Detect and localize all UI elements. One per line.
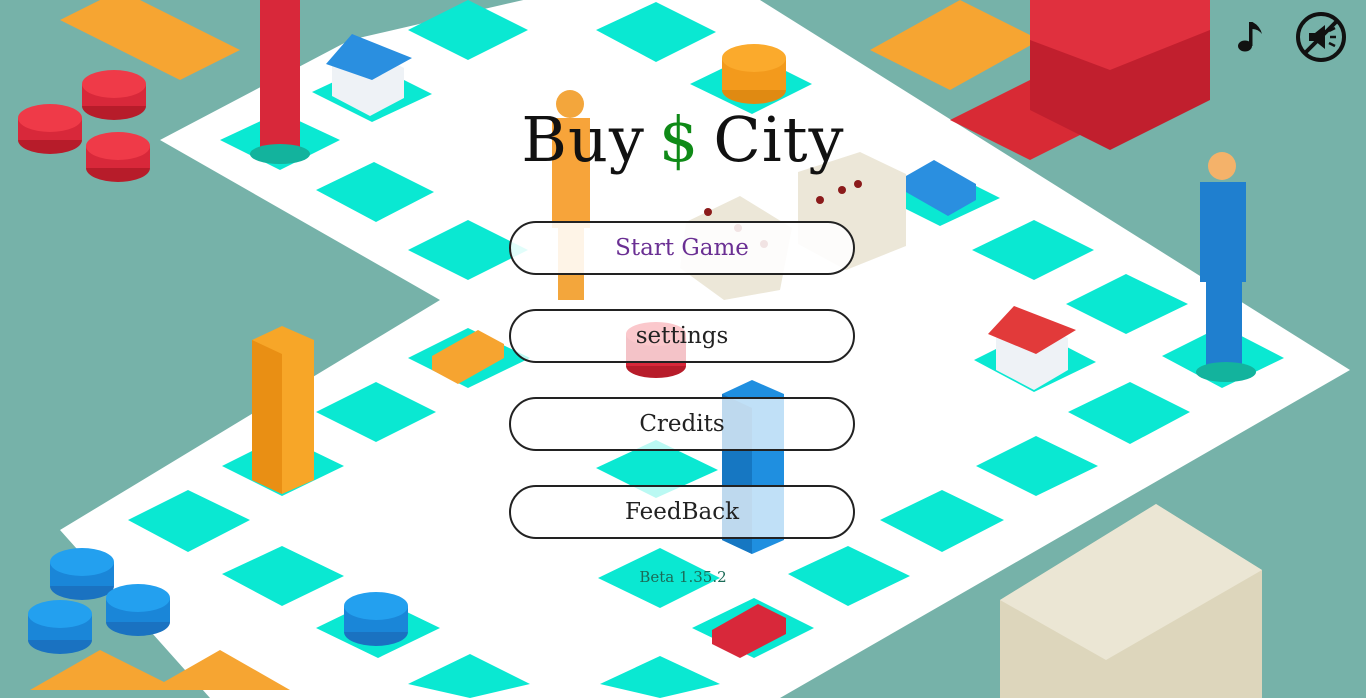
mute-icon[interactable]	[1295, 11, 1347, 63]
feedback-button[interactable]: FeedBack	[509, 485, 855, 539]
dollar-sign: $	[658, 103, 700, 176]
credits-button[interactable]: Credits	[509, 397, 855, 451]
version-label: Beta 1.35.2	[639, 568, 727, 586]
game-title: Buy $ City	[0, 100, 1366, 180]
music-note-icon[interactable]	[1234, 18, 1270, 54]
settings-button[interactable]: settings	[509, 309, 855, 363]
title-city: City	[713, 103, 845, 176]
title-buy: Buy	[521, 103, 645, 176]
start-game-button[interactable]: Start Game	[509, 221, 855, 275]
